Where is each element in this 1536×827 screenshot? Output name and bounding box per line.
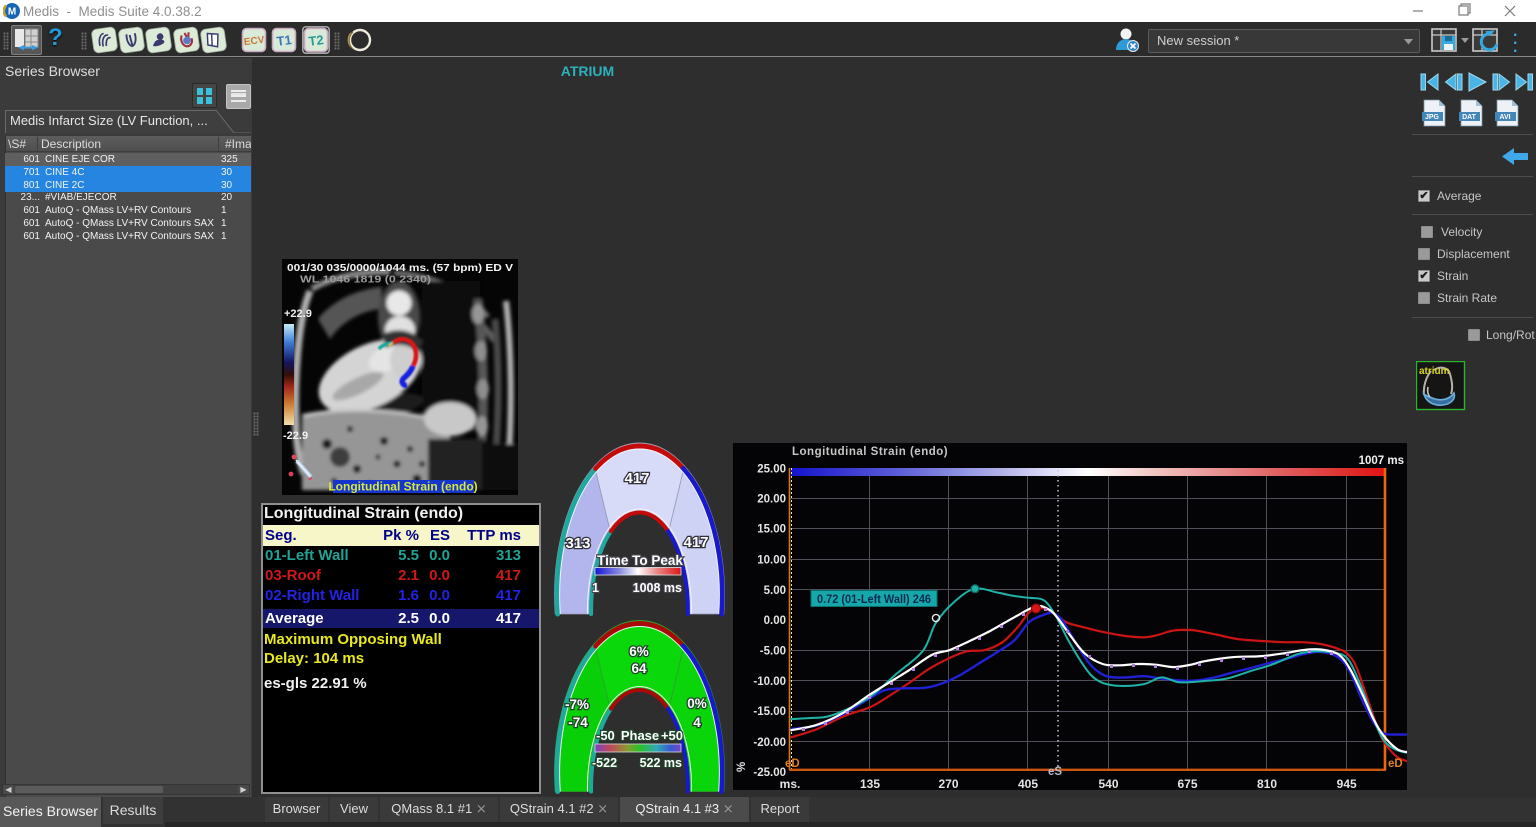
svg-text:15.00: 15.00 — [757, 524, 786, 536]
svg-text:T1: T1 — [276, 32, 293, 49]
svg-text:Time To Peak: Time To Peak — [597, 553, 683, 568]
svg-text:DAT: DAT — [1462, 114, 1477, 121]
svg-text:WL 1046 1819 (0 2340): WL 1046 1819 (0 2340) — [300, 274, 431, 286]
svg-text:-10.00: -10.00 — [753, 676, 786, 688]
svg-text:%: % — [736, 762, 748, 772]
svg-text:945: 945 — [1337, 777, 1357, 790]
svg-text:M: M — [8, 7, 16, 18]
svg-text:0%: 0% — [687, 696, 707, 711]
svg-text:64: 64 — [631, 661, 647, 676]
svg-text:270: 270 — [938, 777, 958, 790]
svg-text:eD: eD — [785, 758, 800, 770]
svg-text:0.00: 0.00 — [764, 615, 786, 627]
svg-text:25.00: 25.00 — [757, 463, 786, 475]
svg-text:Longitudinal Strain (endo): Longitudinal Strain (endo) — [792, 446, 948, 458]
svg-text:Phase: Phase — [621, 728, 659, 743]
svg-text:eS: eS — [1048, 766, 1062, 778]
svg-text:417: 417 — [683, 534, 708, 551]
svg-text:5.00: 5.00 — [764, 585, 786, 597]
svg-text:405: 405 — [1018, 777, 1038, 790]
svg-text:-7%: -7% — [565, 697, 589, 712]
svg-text:eD: eD — [1388, 758, 1403, 770]
svg-text:Longitudinal Strain (endo): Longitudinal Strain (endo) — [328, 480, 477, 494]
svg-text:6%: 6% — [629, 644, 649, 659]
svg-text:4: 4 — [693, 715, 701, 730]
svg-text:atrium: atrium — [1419, 366, 1450, 377]
svg-text:540: 540 — [1098, 777, 1118, 790]
svg-text:-74: -74 — [568, 715, 588, 730]
svg-text:313: 313 — [565, 535, 590, 552]
svg-text:20.00: 20.00 — [757, 493, 786, 505]
svg-text:0.72 (01-Left Wall) 246: 0.72 (01-Left Wall) 246 — [817, 594, 931, 606]
svg-text:AVI: AVI — [1499, 114, 1510, 121]
svg-text:+22.9: +22.9 — [284, 308, 312, 320]
svg-text:ms.: ms. — [780, 777, 801, 790]
svg-text:+50: +50 — [661, 728, 683, 743]
svg-text:001/30 035/0000/1044 ms. (57: 001/30 035/0000/1044 ms. (57 bpm) ED V — [287, 262, 513, 274]
svg-text:-22.9: -22.9 — [283, 430, 308, 442]
svg-text:1: 1 — [592, 581, 599, 595]
svg-text:135: 135 — [860, 777, 880, 790]
svg-text:1007 ms: 1007 ms — [1359, 455, 1404, 467]
svg-text:810: 810 — [1257, 777, 1277, 790]
svg-text:-522: -522 — [592, 756, 617, 770]
svg-text:-15.00: -15.00 — [753, 706, 786, 718]
svg-text:675: 675 — [1177, 777, 1197, 790]
svg-text:1008 ms: 1008 ms — [633, 581, 682, 595]
svg-text:-50: -50 — [596, 728, 615, 743]
svg-text:T2: T2 — [308, 32, 325, 49]
svg-text:-20.00: -20.00 — [753, 737, 786, 749]
svg-text:522 ms: 522 ms — [640, 756, 682, 770]
svg-text:-5.00: -5.00 — [760, 646, 786, 658]
svg-text:JPG: JPG — [1425, 114, 1440, 121]
svg-text:10.00: 10.00 — [757, 555, 786, 567]
svg-text:417: 417 — [624, 470, 649, 487]
